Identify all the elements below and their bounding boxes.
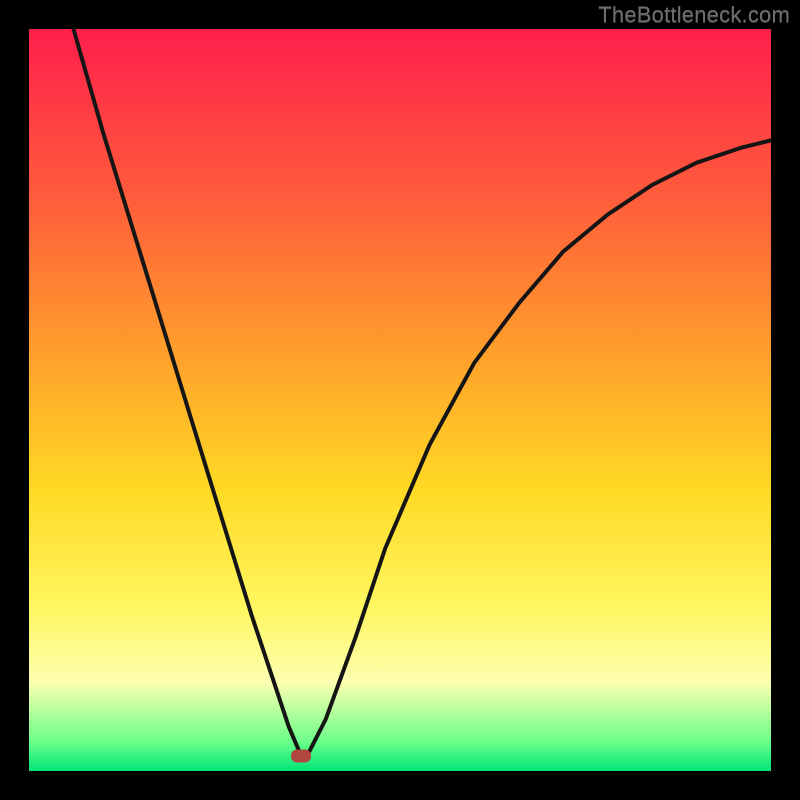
- optimum-marker: [291, 750, 311, 763]
- plot-area: [29, 29, 771, 771]
- watermark-text: TheBottleneck.com: [598, 2, 790, 28]
- chart-frame: TheBottleneck.com: [0, 0, 800, 800]
- bottleneck-curve: [29, 29, 771, 771]
